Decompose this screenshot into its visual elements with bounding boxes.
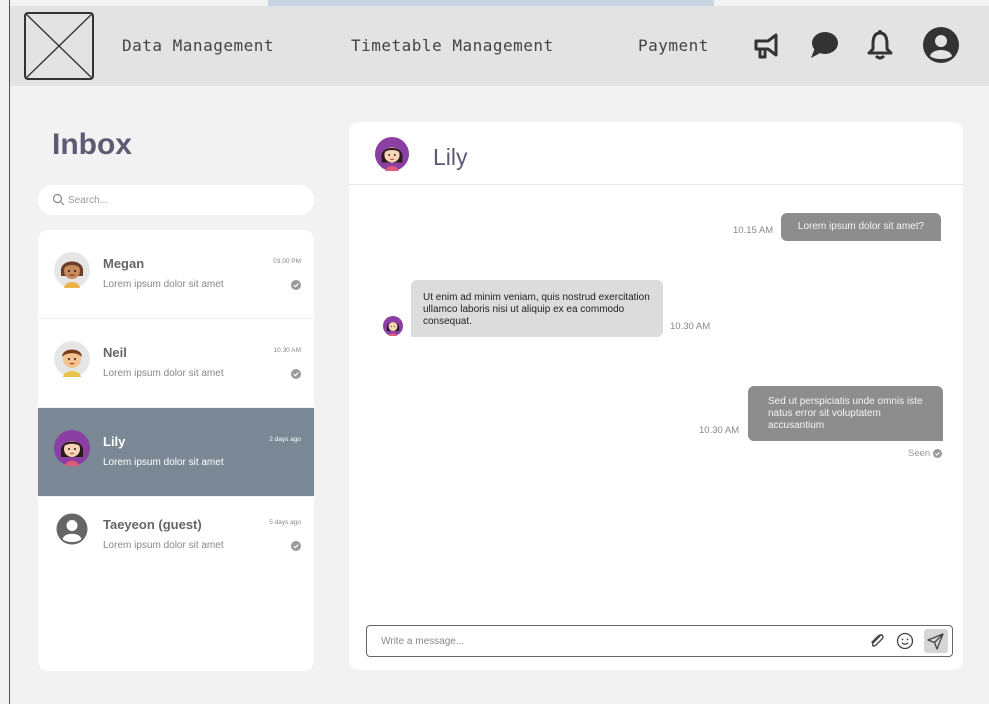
chat-header: Lily bbox=[349, 122, 963, 185]
message-bubble-outgoing: Lorem ipsum dolor sit amet? bbox=[781, 213, 941, 241]
message-composer bbox=[366, 625, 953, 657]
conversation-time: 03.00 PM bbox=[273, 258, 301, 265]
conversation-name: Neil bbox=[103, 345, 127, 360]
contact-name: Lily bbox=[433, 144, 468, 170]
seen-label: Seen bbox=[908, 448, 931, 459]
bell-icon[interactable] bbox=[863, 28, 897, 62]
top-navbar: Data Management Timetable Management Pay… bbox=[10, 6, 989, 86]
conversation-name: Megan bbox=[103, 256, 145, 271]
message-bubble-outgoing: Sed ut perspiciatis unde omnis iste natu… bbox=[748, 386, 943, 441]
seen-check-icon bbox=[933, 449, 942, 458]
read-check-icon bbox=[291, 541, 301, 551]
avatar bbox=[54, 430, 90, 466]
conversation-time: 5 days ago bbox=[269, 519, 301, 526]
megaphone-icon[interactable] bbox=[750, 28, 784, 62]
chat-panel: Lily 10.15 AM Lorem ipsum dolor sit amet… bbox=[349, 122, 963, 670]
message-time: 10.30 AM bbox=[670, 321, 711, 332]
conversation-preview: Lorem ipsum dolor sit amet bbox=[103, 457, 224, 468]
send-icon bbox=[927, 633, 944, 650]
search-bar bbox=[38, 185, 314, 215]
conversation-name: Taeyeon (guest) bbox=[103, 517, 202, 532]
emoji-icon[interactable] bbox=[895, 631, 915, 651]
conversation-time: 2 days ago bbox=[269, 436, 301, 443]
search-input[interactable] bbox=[68, 185, 298, 215]
conversation-preview: Lorem ipsum dolor sit amet bbox=[103, 540, 224, 551]
message-bubble-incoming: Ut enim ad minim veniam, quis nostrud ex… bbox=[411, 280, 663, 337]
conversation-item-lily[interactable]: Lily Lorem ipsum dolor sit amet 2 days a… bbox=[38, 408, 314, 497]
logo-placeholder-icon bbox=[26, 14, 92, 78]
page-left-border bbox=[9, 0, 10, 704]
nav-data-management[interactable]: Data Management bbox=[122, 36, 274, 55]
conversation-list: Megan Lorem ipsum dolor sit amet 03.00 P… bbox=[38, 230, 314, 671]
nav-payment[interactable]: Payment bbox=[638, 36, 709, 55]
user-avatar-icon[interactable] bbox=[922, 26, 960, 64]
chat-bubble-icon[interactable] bbox=[807, 28, 841, 62]
conversation-preview: Lorem ipsum dolor sit amet bbox=[103, 279, 224, 290]
avatar bbox=[54, 252, 90, 288]
send-button[interactable] bbox=[924, 629, 948, 653]
conversation-time: 10.30 AM bbox=[273, 347, 301, 354]
inbox-title: Inbox bbox=[52, 128, 132, 161]
avatar bbox=[54, 341, 90, 377]
contact-avatar[interactable] bbox=[375, 137, 409, 171]
message-input[interactable] bbox=[381, 626, 841, 656]
message-time: 10.15 AM bbox=[733, 225, 774, 236]
conversation-preview: Lorem ipsum dolor sit amet bbox=[103, 368, 224, 379]
search-icon bbox=[52, 193, 65, 206]
message-time: 10.30 AM bbox=[699, 425, 740, 436]
conversation-item-megan[interactable]: Megan Lorem ipsum dolor sit amet 03.00 P… bbox=[38, 230, 314, 319]
nav-timetable-management[interactable]: Timetable Management bbox=[351, 36, 554, 55]
conversation-name: Lily bbox=[103, 434, 126, 449]
attachment-icon[interactable] bbox=[867, 631, 887, 651]
message-sender-avatar bbox=[383, 316, 403, 336]
read-check-icon bbox=[291, 280, 301, 290]
conversation-item-neil[interactable]: Neil Lorem ipsum dolor sit amet 10.30 AM bbox=[38, 319, 314, 408]
read-check-icon bbox=[291, 369, 301, 379]
conversation-item-taeyeon[interactable]: Taeyeon (guest) Lorem ipsum dolor sit am… bbox=[38, 497, 314, 586]
guest-user-icon bbox=[56, 513, 88, 545]
logo-placeholder[interactable] bbox=[24, 12, 94, 80]
